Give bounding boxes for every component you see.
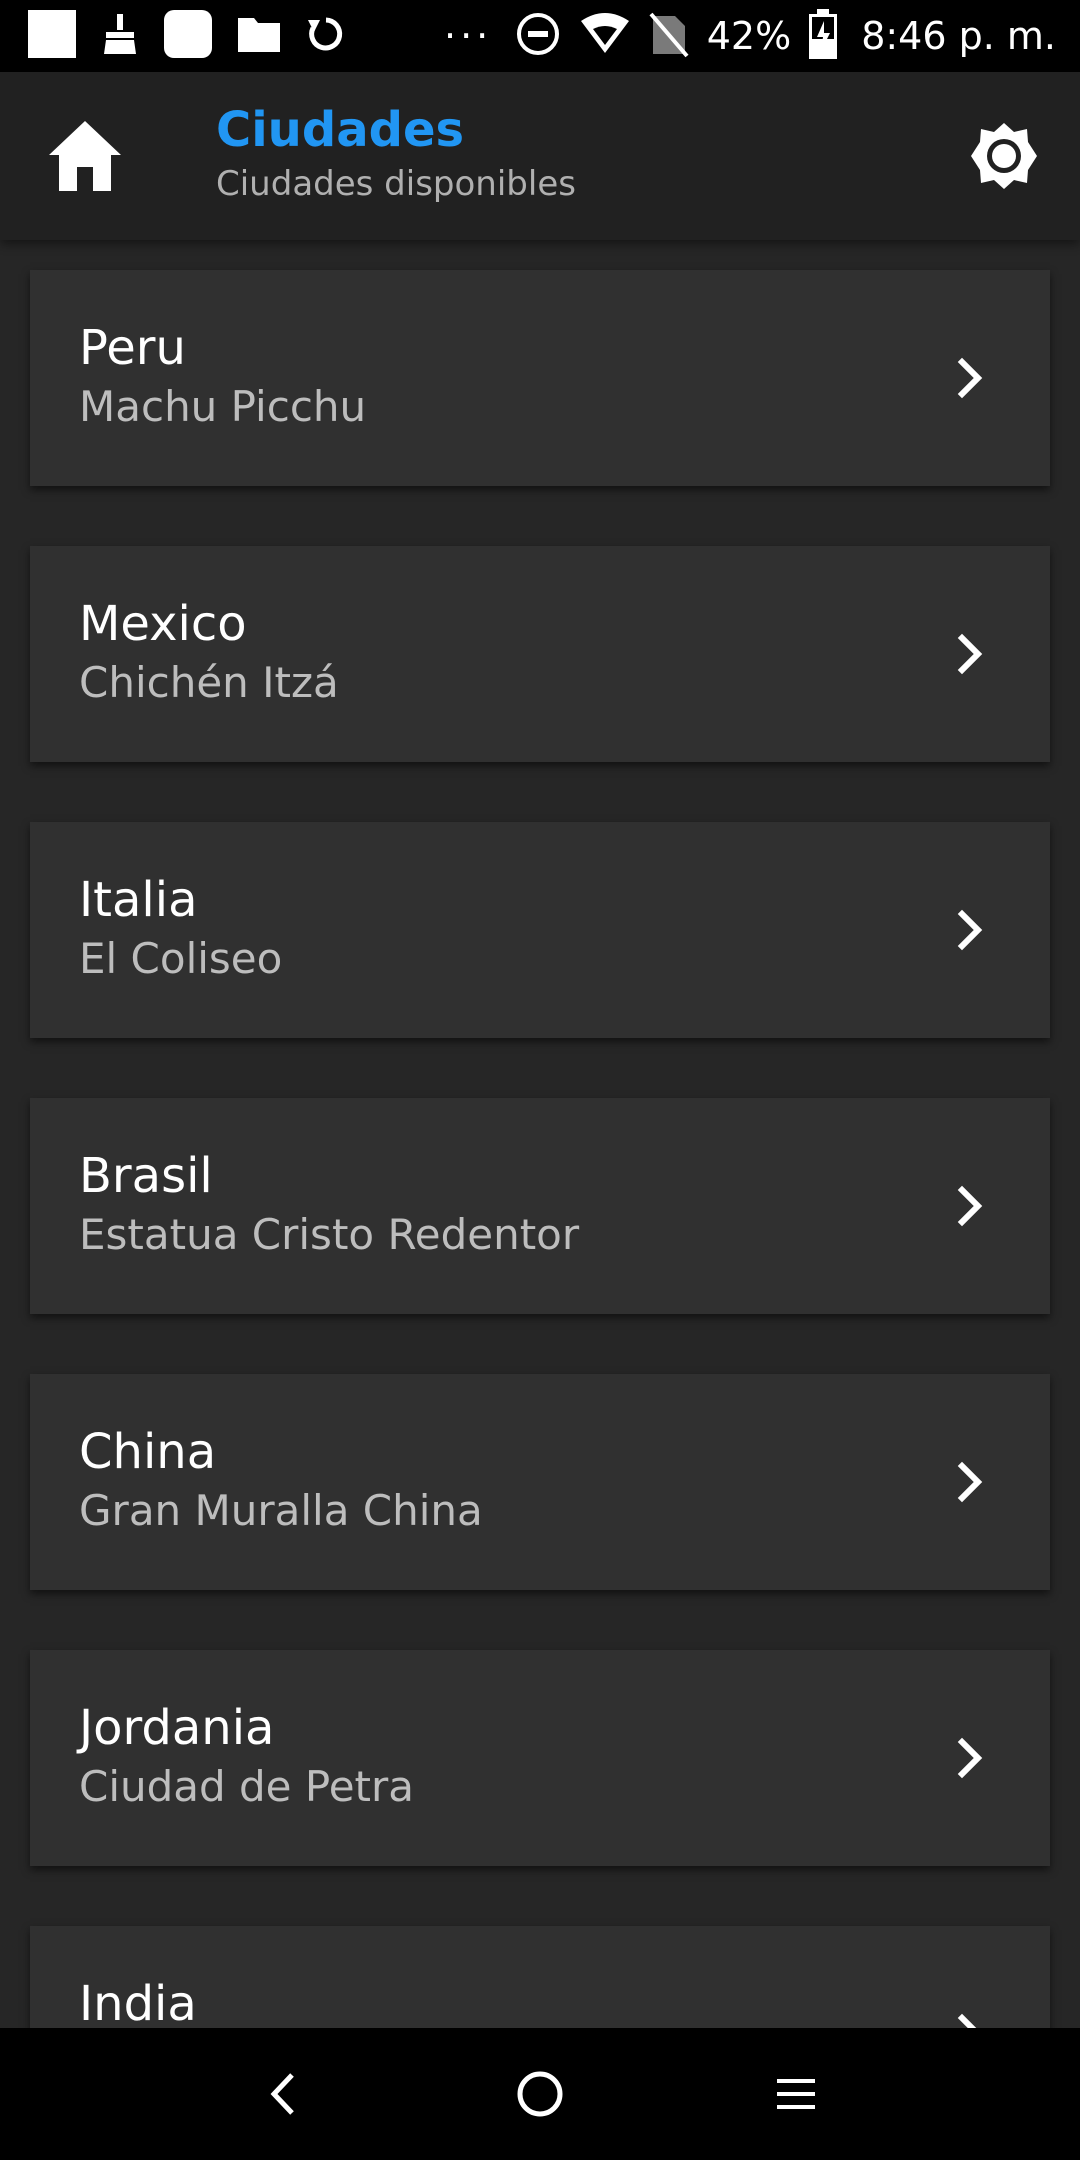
back-icon (270, 2073, 294, 2115)
status-bar-system: 42% 8:46 p. m. (515, 0, 1056, 72)
overflow-indicator: ··· (444, 14, 493, 58)
country-name: Brasil (79, 1148, 213, 1204)
brightness-icon (969, 121, 1039, 195)
country-name: India (79, 1976, 197, 2028)
recents-button[interactable] (756, 2054, 836, 2134)
chevron-right-icon (957, 909, 983, 951)
landmark-name: Estatua Cristo Redentor (79, 1210, 580, 1259)
page-title: Ciudades (216, 102, 465, 158)
rounded-square-icon (162, 8, 214, 64)
home-nav-button[interactable] (500, 2054, 580, 2134)
battery-charging-icon (809, 9, 838, 63)
page-subtitle: Ciudades disponibles (216, 164, 576, 204)
app-bar-titles: Ciudades Ciudades disponibles (216, 102, 576, 208)
landmark-name: Machu Picchu (79, 382, 367, 431)
home-icon (45, 117, 125, 197)
landmark-name: El Coliseo (79, 934, 283, 983)
recents-icon (777, 2079, 815, 2109)
home-button[interactable] (40, 112, 130, 202)
list-item[interactable]: India (30, 1926, 1050, 2028)
landmark-name: Gran Muralla China (79, 1486, 483, 1535)
country-name: China (79, 1424, 217, 1480)
country-name: Italia (79, 872, 198, 928)
status-bar-notifications: ··· (26, 10, 492, 62)
status-bar: ··· 42% 8:46 p. m. (0, 0, 1080, 72)
landmark-name: Ciudad de Petra (79, 1762, 415, 1811)
clock: 8:46 p. m. (861, 14, 1056, 58)
no-sim-icon (649, 10, 689, 62)
country-name: Jordania (79, 1700, 275, 1756)
chevron-right-icon (957, 1737, 983, 1779)
chevron-right-icon (957, 357, 983, 399)
chevron-right-icon (957, 1185, 983, 1227)
home-circle-icon (517, 2071, 563, 2117)
list-item[interactable]: Italia El Coliseo (30, 822, 1050, 1038)
city-list: Peru Machu Picchu Mexico Chichén Itzá It… (0, 240, 1080, 2028)
list-item[interactable]: Brasil Estatua Cristo Redentor (30, 1098, 1050, 1314)
battery-percent: 42% (706, 14, 792, 58)
wifi-icon (579, 11, 631, 61)
list-item[interactable]: Peru Machu Picchu (30, 270, 1050, 486)
list-item[interactable]: Mexico Chichén Itzá (30, 546, 1050, 762)
back-button[interactable] (244, 2054, 324, 2134)
theme-toggle-button[interactable] (964, 118, 1044, 198)
list-item[interactable]: Jordania Ciudad de Petra (30, 1650, 1050, 1866)
system-nav-bar (0, 2028, 1080, 2160)
app-bar: Ciudades Ciudades disponibles (0, 72, 1080, 240)
chevron-right-icon (957, 633, 983, 675)
chevron-right-icon (957, 1461, 983, 1503)
country-name: Peru (79, 320, 186, 376)
app-square-icon (26, 8, 78, 64)
do-not-disturb-icon (515, 11, 561, 61)
country-name: Mexico (79, 596, 247, 652)
sync-icon (304, 8, 348, 64)
landmark-name: Chichén Itzá (79, 658, 339, 707)
chevron-right-icon (957, 2013, 977, 2028)
broom-icon (100, 8, 140, 64)
list-item[interactable]: China Gran Muralla China (30, 1374, 1050, 1590)
folder-icon (236, 8, 282, 64)
